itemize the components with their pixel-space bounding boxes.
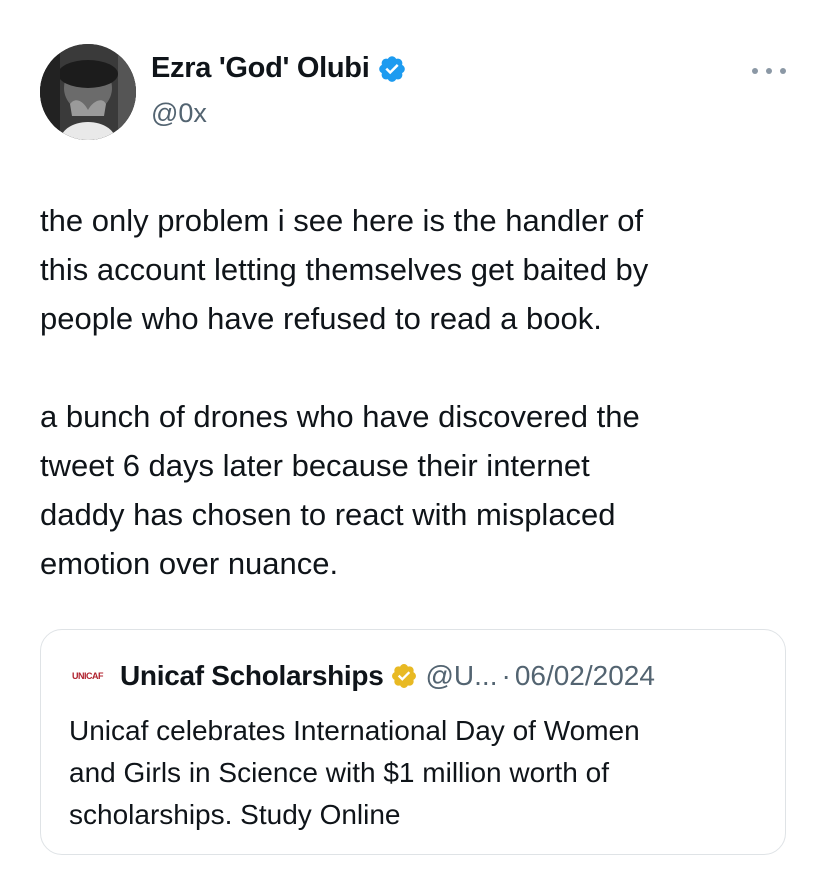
verified-badge-icon <box>377 54 407 84</box>
quoted-handle[interactable]: @U... <box>426 660 498 692</box>
tweet-paragraph: a bunch of drones who have discovered th… <box>40 399 640 581</box>
quoted-separator: · <box>501 660 511 691</box>
more-dot <box>766 68 772 74</box>
quoted-display-name[interactable]: Unicaf Scholarships <box>120 660 384 692</box>
quoted-date[interactable]: 06/02/2024 <box>515 660 655 692</box>
more-options-icon[interactable] <box>752 64 786 78</box>
author-name-row[interactable]: Ezra 'God' Olubi <box>151 52 407 85</box>
tweet-paragraph: the only problem i see here is the handl… <box>40 203 649 336</box>
quoted-tweet-card[interactable]: UNICAF Unicaf Scholarships @U... · 06/02… <box>40 629 786 855</box>
tweet-text: the only problem i see here is the handl… <box>40 196 800 588</box>
more-dot <box>780 68 786 74</box>
quoted-tweet-text: Unicaf celebrates International Day of W… <box>69 715 640 830</box>
author-display-name[interactable]: Ezra 'God' Olubi <box>151 52 370 85</box>
author-handle[interactable]: @0x <box>151 98 207 129</box>
author-avatar[interactable] <box>40 44 136 140</box>
avatar-photo <box>40 44 136 140</box>
quoted-avatar-logo[interactable]: UNICAF <box>72 671 108 681</box>
gold-verified-badge-icon <box>390 662 418 690</box>
quoted-tweet-header: UNICAF Unicaf Scholarships @U... · 06/02… <box>72 660 655 692</box>
more-dot <box>752 68 758 74</box>
